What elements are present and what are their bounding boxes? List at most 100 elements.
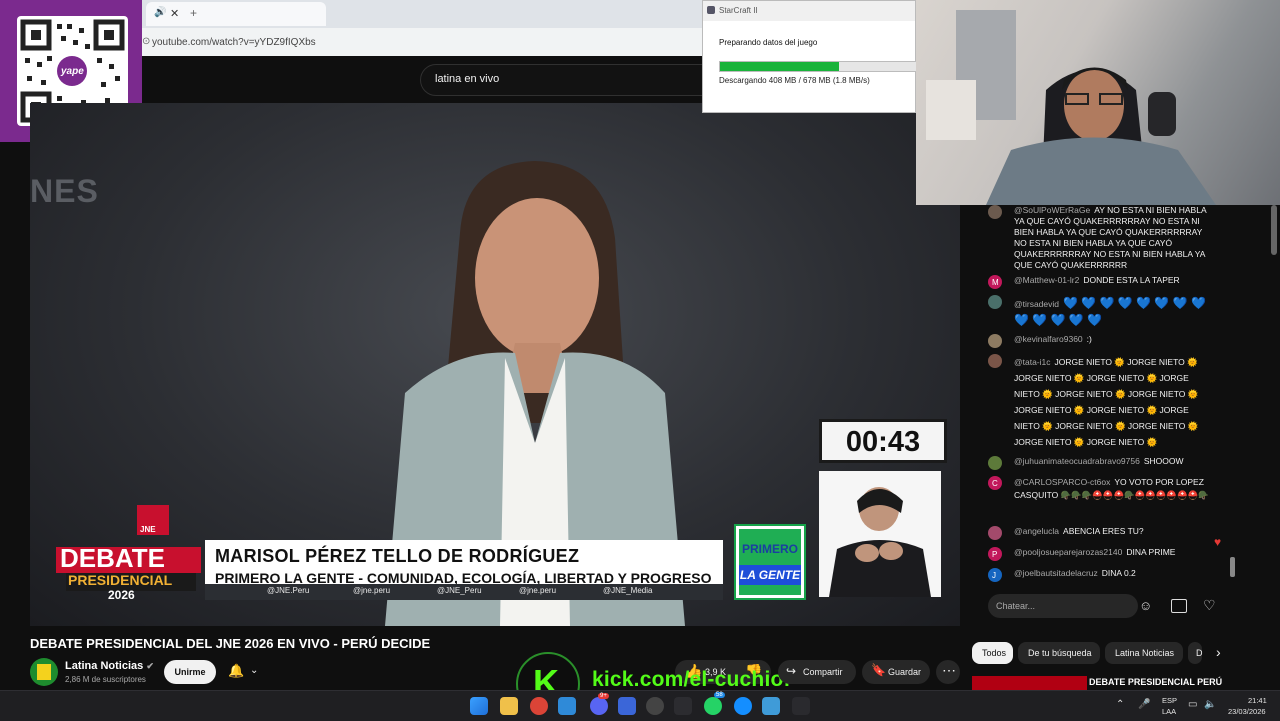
debate-logo-line1: DEBATE bbox=[60, 543, 165, 573]
browser-tabstrip: 🔊 ✕ + bbox=[142, 0, 702, 28]
channel-name-text: Latina Noticias bbox=[65, 660, 144, 672]
chips-next-icon[interactable]: › bbox=[1216, 644, 1221, 660]
obs-icon[interactable] bbox=[646, 697, 664, 715]
clock-time[interactable]: 21:41 bbox=[1248, 696, 1267, 705]
browser-tab[interactable]: 🔊 ✕ bbox=[146, 2, 326, 26]
chat-text: DINA 0.2 bbox=[1101, 568, 1136, 578]
avatar-initial: J bbox=[992, 571, 996, 580]
battle-net-icon[interactable] bbox=[734, 697, 752, 715]
chip-all[interactable]: Todos bbox=[972, 642, 1013, 664]
social-threads: @jne.peru bbox=[519, 586, 557, 595]
audio-icon: 🔊 bbox=[154, 7, 167, 18]
chip-from-search[interactable]: De tu búsqueda bbox=[1018, 642, 1100, 664]
chat-author[interactable]: @angelucla bbox=[1014, 526, 1059, 536]
debate-logo-org: JNE bbox=[140, 525, 156, 534]
chat-text: JORGE NIETO 🌞 JORGE NIETO 🌞 JORGE NIETO … bbox=[1014, 357, 1199, 447]
vscode-icon[interactable] bbox=[558, 697, 576, 715]
keyboard-layout[interactable]: LAA bbox=[1162, 707, 1176, 716]
share-button[interactable]: ↪ Compartir bbox=[778, 660, 856, 684]
url-text[interactable]: youtube.com/watch?v=yYDZ9fIQXbs bbox=[152, 37, 316, 48]
chip-channel[interactable]: Latina Noticias bbox=[1105, 642, 1183, 664]
join-button[interactable]: Unirme bbox=[164, 660, 216, 684]
tray-expand-icon[interactable]: ⌃ bbox=[1116, 699, 1124, 710]
save-icon: 🔖 bbox=[871, 663, 886, 677]
settings-icon[interactable] bbox=[792, 697, 810, 715]
more-actions-button[interactable]: ⋯ bbox=[936, 660, 960, 684]
search-value: latina en vivo bbox=[435, 73, 500, 85]
windows-start-icon[interactable] bbox=[470, 697, 488, 715]
chat-scrollbar[interactable] bbox=[1230, 557, 1235, 577]
site-info-icon[interactable]: ⊙ bbox=[142, 36, 150, 47]
related-thumbnail[interactable] bbox=[972, 676, 1087, 690]
verified-icon: ✔ bbox=[146, 661, 154, 671]
network-icon[interactable]: ▭ bbox=[1188, 699, 1197, 710]
mic-icon[interactable]: 🎤 bbox=[1138, 699, 1150, 710]
chat-message: @SoUlPoWErRaGe AY NO ESTA NI BIEN HABLA Y… bbox=[988, 205, 1218, 270]
kick-url: kick.com/el-cuchiof bbox=[592, 668, 791, 691]
save-label: Guardar bbox=[888, 667, 922, 677]
heart-icon[interactable]: ♡ bbox=[1203, 597, 1216, 614]
avatar-initial: P bbox=[992, 550, 998, 559]
file-explorer-icon[interactable] bbox=[500, 697, 518, 715]
social-x: @JNE_Peru bbox=[437, 586, 482, 595]
timer-text: 00:43 bbox=[845, 426, 921, 458]
whatsapp-icon[interactable] bbox=[704, 697, 722, 715]
channel-avatar[interactable] bbox=[30, 658, 58, 686]
avatar bbox=[988, 334, 1002, 348]
chat-text: DONDE ESTA LA TAPER bbox=[1083, 275, 1180, 285]
taskbar: 9+ 58 ⌃ 🎤 ESP LAA ▭ 🔈 21:41 23/03/2026 bbox=[0, 690, 1280, 721]
notifications-button[interactable]: 🔔 ⌄ bbox=[222, 660, 270, 684]
channel-logo-mark bbox=[37, 664, 51, 680]
video-player[interactable]: NES 00:43 JNE DEBATE PRESIDENCIAL 2026 M… bbox=[30, 103, 960, 626]
chip-more[interactable]: D bbox=[1188, 642, 1203, 664]
subscriber-count: 2,86 M de suscriptores bbox=[65, 675, 146, 684]
related-title[interactable]: DEBATE PRESIDENCIAL PERÚ bbox=[1089, 677, 1222, 687]
new-tab-icon[interactable]: + bbox=[190, 6, 197, 20]
clock-date[interactable]: 23/03/2026 bbox=[1228, 707, 1266, 716]
chat-author[interactable]: @CARLOSPARCO-ct6ox bbox=[1014, 477, 1110, 487]
debate-logo-line2: PRESIDENCIAL bbox=[68, 572, 173, 588]
chat-author[interactable]: @juhuanimateocuadrabravo9756 bbox=[1014, 456, 1140, 466]
channel-name[interactable]: Latina Noticias ✔ bbox=[65, 660, 154, 672]
youtube-header: latina en vivo bbox=[142, 56, 722, 100]
download-text: Descargando 408 MB / 678 MB (1.8 MB/s) bbox=[719, 76, 870, 85]
super-chat-icon[interactable] bbox=[1171, 599, 1187, 613]
window-titlebar[interactable]: StarCraft II bbox=[703, 1, 915, 21]
chrome-icon[interactable] bbox=[530, 697, 548, 715]
discord-icon[interactable] bbox=[590, 697, 608, 715]
avatar-initial: C bbox=[992, 479, 998, 488]
chip-label: Latina Noticias bbox=[1115, 648, 1175, 658]
volume-icon[interactable]: 🔈 bbox=[1204, 699, 1216, 710]
background-text: NES bbox=[30, 173, 99, 209]
close-tab-icon[interactable]: ✕ bbox=[170, 7, 179, 20]
download-progress bbox=[719, 61, 919, 72]
avatar: J bbox=[988, 568, 1002, 582]
address-bar[interactable]: ⊙ youtube.com/watch?v=yYDZ9fIQXbs bbox=[142, 28, 702, 56]
chat-author[interactable]: @Matthew-01-lr2 bbox=[1014, 275, 1079, 285]
emoji-icon[interactable]: ☺ bbox=[1139, 598, 1152, 613]
chat-input[interactable]: Chatear... bbox=[988, 594, 1138, 618]
chat-author[interactable]: @kevinalfaro9360 bbox=[1014, 334, 1083, 344]
social-facebook: @JNE.Peru bbox=[267, 586, 310, 595]
status-text: Preparando datos del juego bbox=[719, 38, 818, 47]
chat-author[interactable]: @pooljosueparejarozas2140 bbox=[1014, 547, 1122, 557]
starcraft-download-window[interactable]: StarCraft II Preparando datos del juego … bbox=[702, 0, 919, 113]
discord-badge: 9+ bbox=[598, 693, 609, 699]
page-scrollbar[interactable] bbox=[1271, 205, 1277, 255]
chat-author[interactable]: @tata-i1c bbox=[1014, 357, 1051, 367]
video-title: DEBATE PRESIDENCIAL DEL JNE 2026 EN VIVO… bbox=[30, 636, 431, 651]
chat-author[interactable]: @joelbautsitadelacruz bbox=[1014, 568, 1098, 578]
terminal-icon[interactable] bbox=[674, 697, 692, 715]
chat-author[interactable]: @tirsadevid bbox=[1014, 299, 1059, 309]
photos-icon[interactable] bbox=[762, 697, 780, 715]
join-label: Unirme bbox=[174, 667, 206, 677]
save-button[interactable]: 🔖 Guardar bbox=[862, 660, 930, 684]
qr-brand-text: yape bbox=[61, 66, 84, 77]
social-instagram: @jne.peru bbox=[353, 586, 391, 595]
chat-text: SHOOOW bbox=[1143, 456, 1184, 466]
app-icon[interactable] bbox=[618, 697, 636, 715]
social-youtube: @JNE_Media bbox=[603, 586, 653, 595]
search-input[interactable]: latina en vivo bbox=[420, 64, 722, 96]
chat-author[interactable]: @SoUlPoWErRaGe bbox=[1014, 205, 1090, 215]
language-code[interactable]: ESP bbox=[1162, 696, 1177, 705]
